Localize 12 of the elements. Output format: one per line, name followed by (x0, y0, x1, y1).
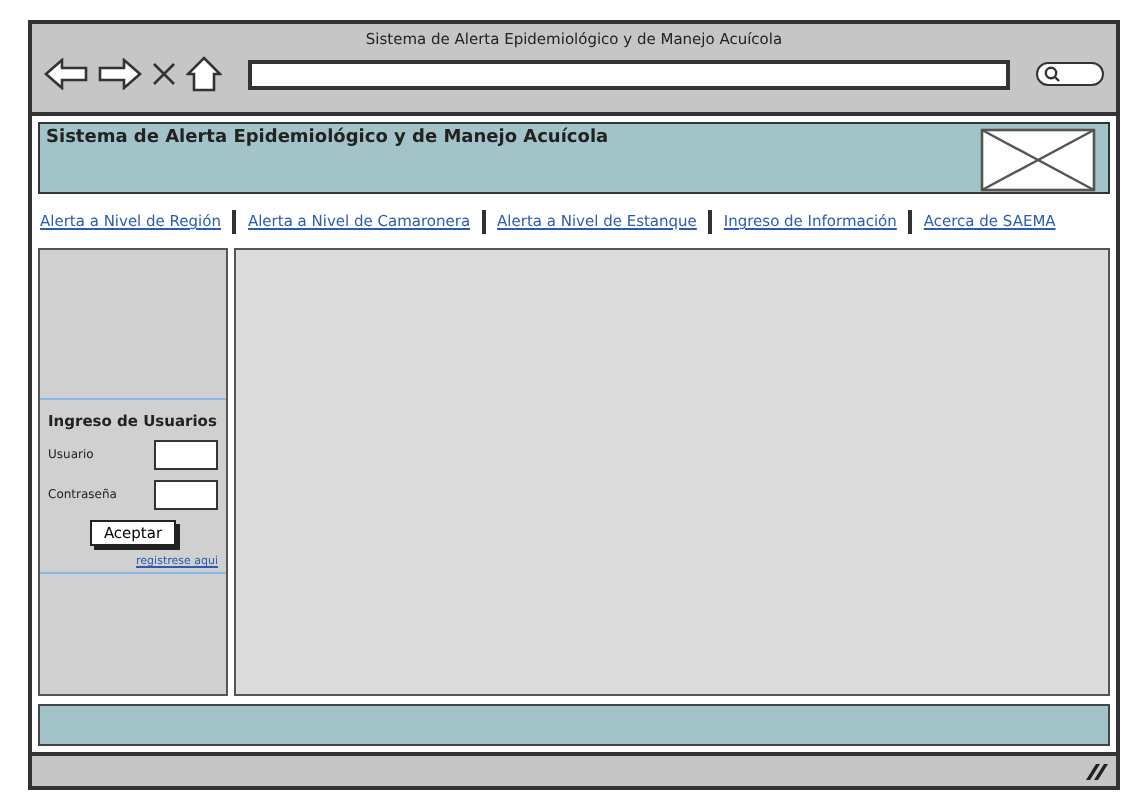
input-field[interactable] (154, 480, 218, 510)
home-icon[interactable] (186, 56, 222, 92)
address-field[interactable] (248, 59, 1010, 89)
site-title: Sistema de Alerta Epidemiológico y de Manejo Acuícola (46, 128, 609, 152)
image-placeholder-icon (980, 128, 1096, 192)
resize-grip-icon (1084, 761, 1108, 781)
forward-icon[interactable] (98, 58, 142, 90)
close-icon[interactable] (152, 62, 176, 86)
back-icon[interactable] (44, 58, 88, 90)
search-icon (1044, 66, 1060, 82)
search-field[interactable] (1036, 62, 1104, 86)
input-field[interactable] (154, 440, 218, 470)
